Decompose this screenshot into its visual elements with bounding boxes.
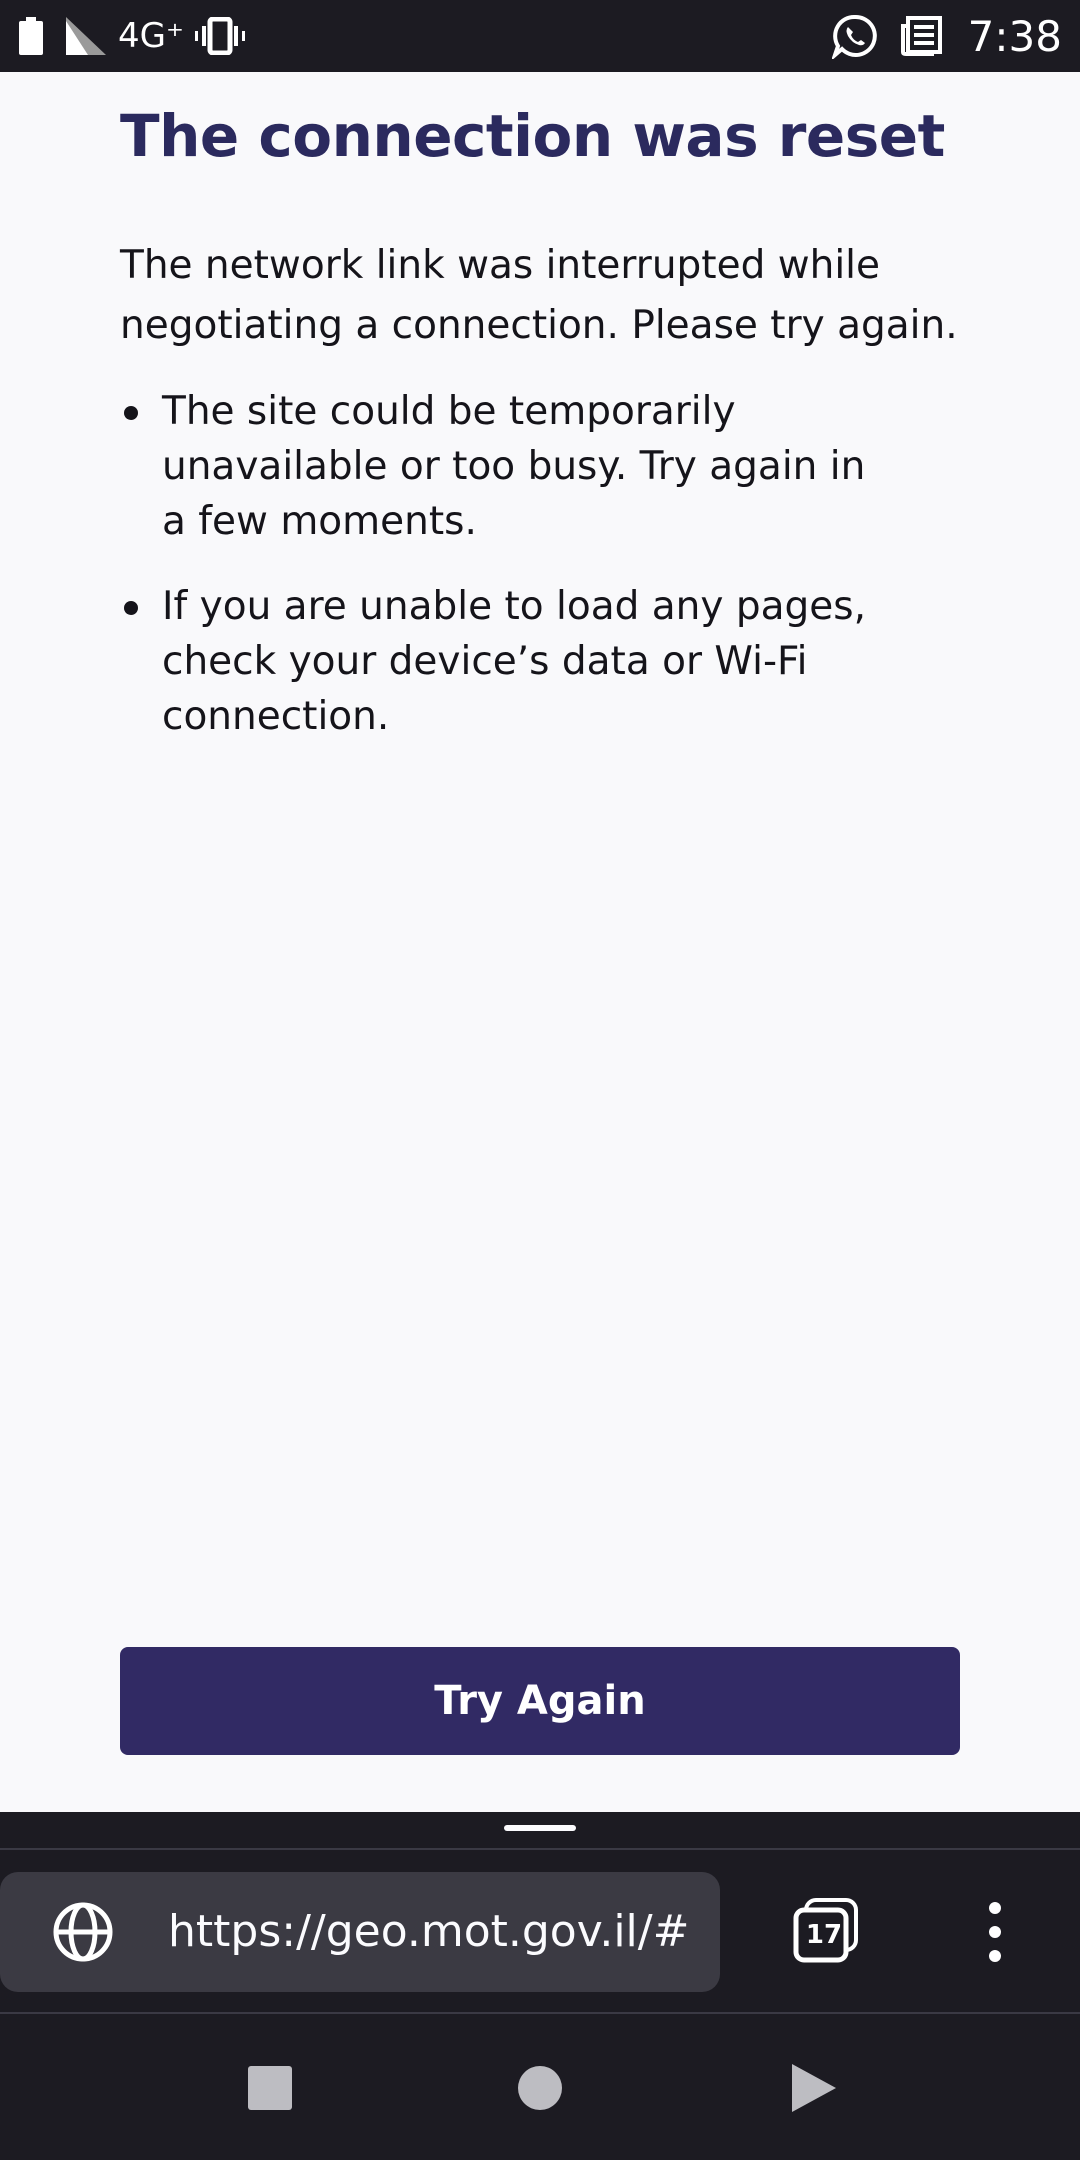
phone-screen: 4G⁺ 7:38 The connection was reset The ne… <box>0 0 1080 2160</box>
status-bar-right: 7:38 <box>831 0 1062 72</box>
list-item: If you are unable to load any pages, che… <box>120 579 880 744</box>
list-item: The site could be temporarily unavailabl… <box>120 384 880 549</box>
tab-count: 17 <box>805 1920 843 1950</box>
tip-text: If you are unable to load any pages, che… <box>162 584 866 739</box>
globe-icon[interactable] <box>52 1901 114 1963</box>
tabs-button[interactable]: 17 <box>792 1898 860 1966</box>
bullet-icon <box>124 406 138 420</box>
navigation-bar <box>0 2016 1080 2160</box>
browser-toolbar: https://geo.mot.gov.il/# 17 <box>0 1812 1080 2016</box>
try-again-button[interactable]: Try Again <box>120 1647 960 1755</box>
status-bar: 4G⁺ 7:38 <box>0 0 1080 72</box>
error-page: The connection was reset The network lin… <box>0 72 1080 1812</box>
whatsapp-icon <box>831 14 877 59</box>
vibrate-icon <box>194 17 245 55</box>
clock: 7:38 <box>967 11 1062 61</box>
signal-icon <box>66 17 106 55</box>
page-title: The connection was reset <box>120 102 945 170</box>
toolbar-bottom-divider <box>0 2012 1080 2014</box>
tips-list: The site could be temporarily unavailabl… <box>120 384 880 774</box>
bullet-icon <box>124 601 138 615</box>
battery-icon <box>19 17 43 55</box>
tip-text: The site could be temporarily unavailabl… <box>162 389 866 544</box>
toolbar-drag-handle[interactable] <box>504 1825 576 1831</box>
status-bar-left: 4G⁺ <box>18 0 246 72</box>
home-circle-icon[interactable] <box>510 2058 570 2118</box>
url-text[interactable]: https://geo.mot.gov.il/# <box>168 1872 689 1992</box>
menu-dots-icon[interactable] <box>970 1900 1020 1964</box>
network-type: 4G⁺ <box>118 16 184 56</box>
news-icon <box>900 16 942 56</box>
recents-square-icon[interactable] <box>240 2058 300 2118</box>
error-description: The network link was interrupted while n… <box>120 243 958 348</box>
url-bar[interactable]: https://geo.mot.gov.il/# <box>0 1872 720 1992</box>
back-triangle-icon[interactable] <box>782 2058 842 2118</box>
toolbar-divider <box>0 1848 1080 1850</box>
